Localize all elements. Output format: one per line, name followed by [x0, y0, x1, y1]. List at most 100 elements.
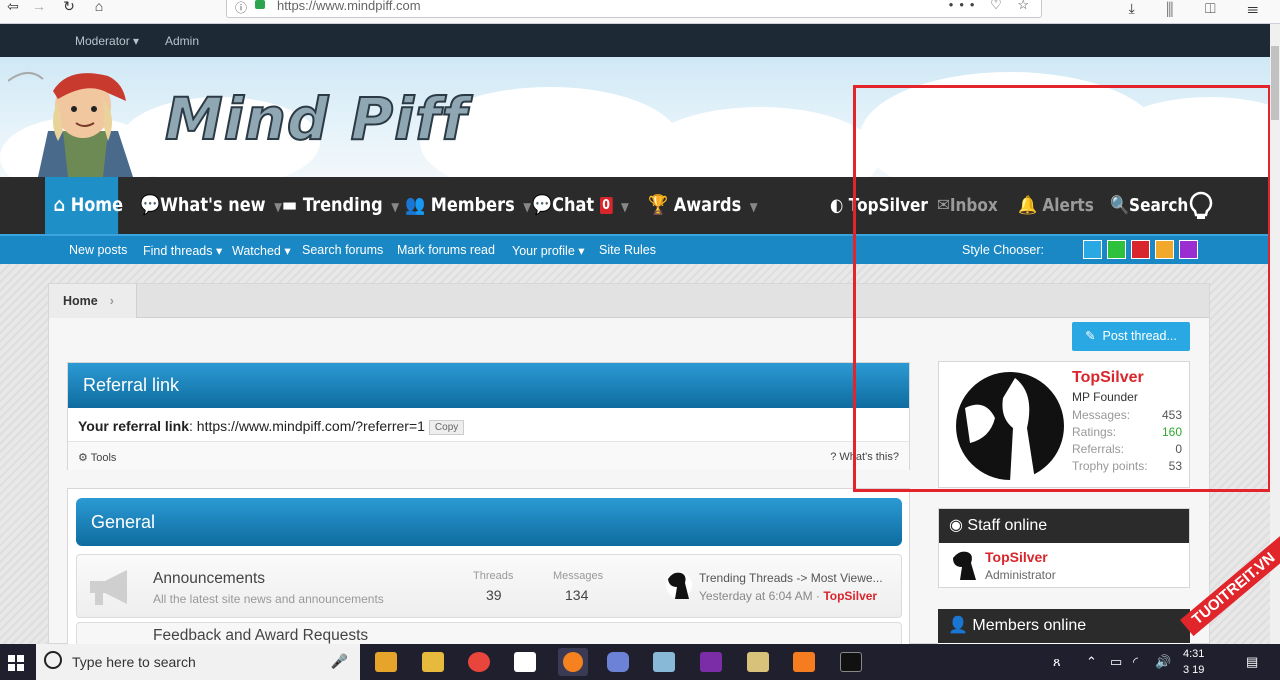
copy-button[interactable]: Copy	[428, 419, 465, 435]
subnav-site-rules[interactable]: Site Rules	[599, 243, 656, 257]
gear-icon: ⚙	[78, 452, 88, 464]
chevron-down-icon[interactable]: ▼	[391, 200, 399, 214]
chat-count-badge: 0	[599, 197, 613, 214]
volume-icon[interactable]: 🔊	[1155, 654, 1171, 670]
staff-username[interactable]: TopSilver	[985, 549, 1048, 565]
firefox-icon[interactable]	[558, 648, 588, 676]
latest-thread-title[interactable]: Trending Threads -> Most Viewe...	[699, 571, 883, 585]
subnav-new-posts[interactable]: New posts	[69, 243, 127, 257]
page-actions-icon[interactable]: •••	[949, 0, 981, 12]
subnav-find-threads[interactable]: Find threads ▾	[143, 243, 222, 258]
latest-post-time: Yesterday at 6:04 AM	[699, 589, 813, 603]
referral-link[interactable]: : https://www.mindpiff.com/?referrer=1	[189, 418, 425, 434]
back-icon[interactable]: ⇦	[2, 0, 24, 16]
subnav-mark-forums-read[interactable]: Mark forums read	[397, 243, 495, 257]
clock-time[interactable]: 4:31	[1183, 648, 1204, 660]
avatar[interactable]	[665, 569, 693, 601]
site-logo-text[interactable]: Mind Piff	[164, 84, 467, 154]
referral-label: Your referral link	[78, 418, 190, 434]
mail-icon[interactable]	[514, 652, 536, 672]
file-explorer-icon[interactable]	[422, 652, 444, 672]
folder-icon[interactable]	[747, 652, 769, 672]
forum-title[interactable]: Feedback and Award Requests	[153, 627, 368, 645]
firefox-logo	[563, 652, 583, 672]
chevron-down-icon[interactable]: ▼	[750, 200, 758, 214]
tools-menu[interactable]: ⚙ Tools	[78, 451, 116, 464]
users-icon: 👥	[405, 194, 426, 216]
general-title[interactable]: General	[76, 498, 902, 546]
cortana-icon	[44, 651, 62, 669]
nav-trending[interactable]: ▬ Trending ▼	[282, 177, 399, 234]
referral-block: Referral link Your referral link: https:…	[67, 362, 910, 470]
nav-awards[interactable]: 🏆 Awards ▼	[648, 177, 758, 234]
terminal-icon[interactable]	[840, 652, 862, 672]
xampp-icon[interactable]	[793, 652, 815, 672]
nav-members-label: Members	[430, 194, 515, 216]
forum-node[interactable]: Announcements All the latest site news a…	[76, 554, 902, 618]
staff-online-header: ◉ Staff online	[939, 509, 1189, 543]
forward-icon[interactable]: →	[28, 0, 50, 16]
referral-title: Referral link	[68, 363, 909, 408]
taskbar-search-input[interactable]: Type here to search 🎤	[36, 644, 360, 680]
nav-home[interactable]: ⌂ Home	[45, 177, 123, 234]
breadcrumb-home-label: Home	[63, 294, 98, 308]
nav-home-label: Home	[70, 194, 124, 216]
wifi-icon[interactable]: ◜	[1133, 654, 1138, 670]
avatar[interactable]	[949, 548, 981, 582]
forum-title[interactable]: Announcements	[153, 570, 265, 588]
chrome-icon[interactable]	[468, 652, 490, 672]
app-icon[interactable]	[653, 652, 675, 672]
latest-post-user[interactable]: TopSilver	[823, 589, 877, 603]
threads-label: Threads	[473, 570, 514, 582]
discord-icon[interactable]	[607, 652, 629, 672]
nav-chat-label: Chat	[552, 194, 595, 216]
windows-start-icon[interactable]	[8, 655, 24, 671]
microphone-icon[interactable]: 🎤	[331, 653, 348, 670]
chevron-down-icon[interactable]: ▼	[621, 200, 629, 214]
battery-icon[interactable]: ▭	[1110, 654, 1122, 670]
home-icon[interactable]: ⌂	[88, 0, 110, 16]
tools-label: Tools	[90, 452, 117, 464]
clock-date[interactable]: 3 19	[1183, 664, 1204, 676]
windows-taskbar: Type here to search 🎤 ጸ ⌃ ▭ ◜ 🔊 4:31 3 1…	[0, 644, 1280, 680]
store-icon[interactable]	[375, 652, 397, 672]
nav-members[interactable]: 👥 Members ▼	[405, 177, 531, 234]
admin-link[interactable]: Admin	[165, 34, 199, 48]
question-icon: ?	[830, 451, 837, 463]
subnav-your-profile[interactable]: Your profile ▾	[512, 243, 585, 258]
address-bar[interactable]: ⓘ https://www.mindpiff.com ••• ♡ ☆	[226, 0, 1042, 18]
moderator-menu[interactable]: Moderator ▾	[75, 34, 139, 48]
notifications-icon[interactable]: ▤	[1246, 654, 1258, 670]
subnav-watched[interactable]: Watched ▾	[232, 243, 291, 258]
chevron-down-icon[interactable]: ▼	[523, 200, 531, 214]
lock-icon	[255, 0, 265, 9]
highlight-box	[853, 85, 1271, 492]
scrollbar-thumb[interactable]	[1271, 46, 1279, 120]
reload-icon[interactable]: ↻	[58, 0, 80, 16]
members-online-header: 👤 Members online	[938, 609, 1190, 643]
info-icon[interactable]: ⓘ	[235, 0, 247, 16]
chevron-down-icon[interactable]: ▼	[274, 200, 282, 214]
phpstorm-icon[interactable]	[700, 652, 722, 672]
messages-count: 134	[565, 587, 589, 603]
user-circle-icon: ◉	[949, 517, 963, 534]
browser-toolbar: ⇦ → ↻ ⌂ ⓘ https://www.mindpiff.com ••• ♡…	[0, 0, 1280, 24]
speech-bubble-icon: 💬	[140, 194, 161, 216]
tray-chevron-up-icon[interactable]: ⌃	[1086, 654, 1097, 670]
megaphone-icon	[90, 570, 127, 605]
browser-menu-icons[interactable]: ⤓ ⫼ ◫ ☰	[1129, 0, 1272, 17]
breadcrumb-home[interactable]: Home ›	[49, 284, 137, 318]
staff-online-title: Staff online	[967, 517, 1048, 534]
forum-description: All the latest site news and announcemen…	[153, 592, 384, 606]
cloud-decoration	[640, 107, 880, 177]
referral-line: Your referral link: https://www.mindpiff…	[78, 418, 465, 435]
mascot-logo[interactable]	[8, 61, 158, 177]
nav-whats-new[interactable]: 💬What's new ▼	[140, 177, 282, 234]
page-actions[interactable]: ••• ♡ ☆	[949, 0, 1035, 13]
nav-chat[interactable]: 💬Chat 0 ▼	[532, 177, 629, 234]
general-category: General Announcements All the latest sit…	[67, 488, 910, 652]
url-text[interactable]: https://www.mindpiff.com	[277, 0, 421, 13]
people-icon[interactable]: ጸ	[1053, 654, 1061, 670]
taskbar-search-placeholder: Type here to search	[72, 654, 196, 670]
subnav-search-forums[interactable]: Search forums	[302, 243, 383, 257]
